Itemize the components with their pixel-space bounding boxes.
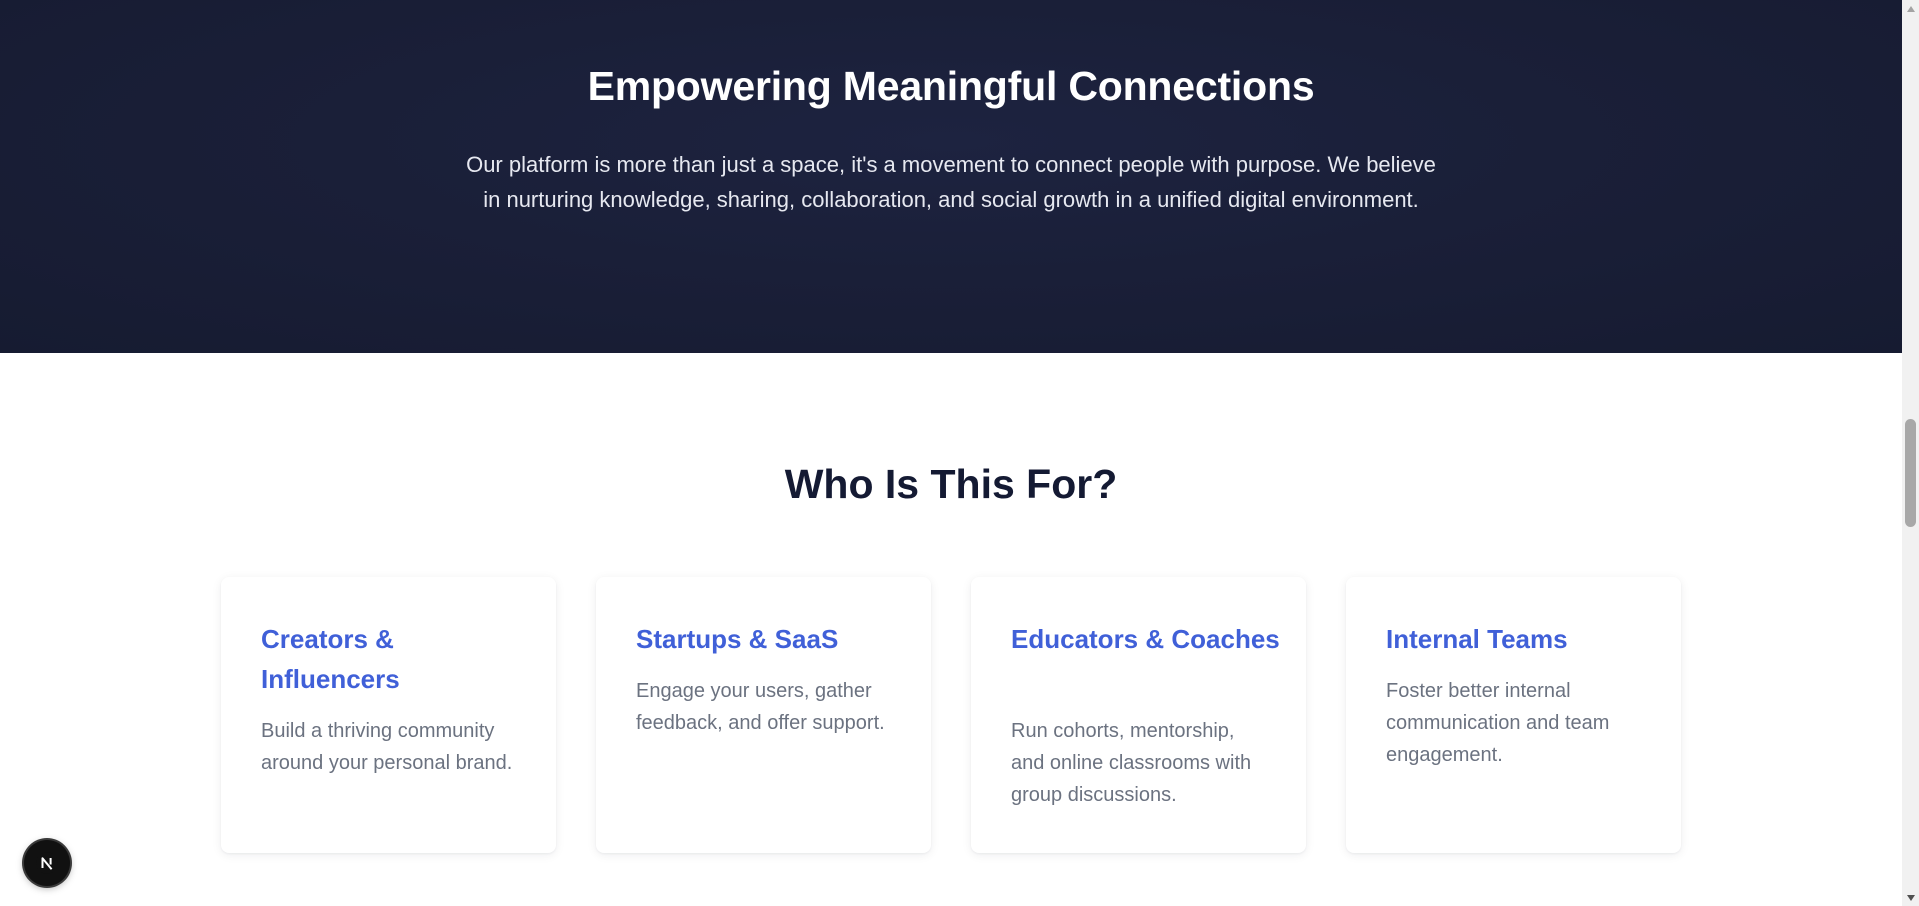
scroll-down-arrow-icon[interactable] [1902, 889, 1919, 906]
audience-title: Who Is This For? [784, 461, 1118, 507]
scrollbar-thumb[interactable] [1905, 419, 1916, 527]
audience-card-startups: Startups & SaaS Engage your users, gathe… [596, 577, 931, 853]
card-title: Educators & Coaches [1011, 624, 1280, 654]
audience-cards: Creators & Influencers Build a thriving … [221, 577, 1682, 853]
card-title: Internal Teams [1386, 624, 1568, 654]
mission-banner: Empowering Meaningful Connections Our pl… [0, 0, 1902, 353]
card-description: Foster better internal communication and… [1386, 680, 1610, 766]
audience-card-educators: Educators & Coaches Run cohorts, mentors… [971, 577, 1306, 853]
audience-card-creators: Creators & Influencers Build a thriving … [221, 577, 556, 853]
vertical-scrollbar[interactable] [1902, 0, 1919, 906]
card-title: Startups & SaaS [636, 624, 839, 654]
banner-text: Our platform is more than just a space, … [466, 152, 1436, 212]
browser-viewport: Empowering Meaningful Connections Our pl… [0, 0, 1919, 906]
card-description: Run cohorts, mentorship, and online clas… [1011, 720, 1252, 806]
audience-card-internal-teams: Internal Teams Foster better internal co… [1346, 577, 1681, 853]
page: Empowering Meaningful Connections Our pl… [0, 0, 1902, 906]
card-description: Build a thriving community around your p… [261, 720, 513, 774]
nextjs-dev-tools-button[interactable] [24, 840, 70, 886]
card-title: Creators & Influencers [261, 624, 400, 694]
scroll-up-arrow-icon[interactable] [1902, 0, 1919, 17]
nextjs-logo-icon [36, 852, 58, 874]
card-description: Engage your users, gather feedback, and … [636, 680, 885, 734]
banner-title: Empowering Meaningful Connections [587, 63, 1315, 109]
